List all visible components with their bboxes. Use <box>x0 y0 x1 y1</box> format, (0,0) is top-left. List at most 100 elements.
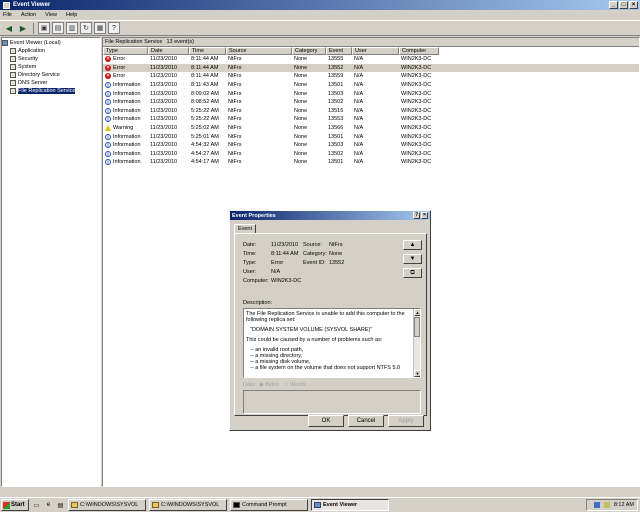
cell-date: 11/23/2010 <box>150 82 178 89</box>
cell-category: None <box>294 73 308 80</box>
volume-icon[interactable] <box>603 502 610 508</box>
cell-time: 5:25:22 AM <box>191 116 219 123</box>
dialog-close-button[interactable]: × <box>421 212 428 219</box>
tree-pane: Event Viewer (Local) Application Securit… <box>1 37 101 487</box>
words-radio[interactable]: ○ Words <box>285 382 306 388</box>
cell-type-label: Information <box>113 133 141 140</box>
column-header-event[interactable]: Event <box>326 47 352 55</box>
maximize-button[interactable]: □ <box>619 1 628 9</box>
back-arrow-icon[interactable]: ◀ <box>3 22 15 34</box>
cell-category: None <box>294 116 308 123</box>
description-textbox[interactable]: The File Replication Service is unable t… <box>243 308 421 378</box>
cell-event: 13552 <box>328 64 344 71</box>
tree-item-event-viewer-local[interactable]: Event Viewer (Local) <box>2 39 100 47</box>
tab-event[interactable]: Event <box>234 224 256 233</box>
apply-button[interactable]: Apply <box>388 415 424 427</box>
words-label: Words <box>289 382 306 388</box>
log-icon <box>10 80 16 86</box>
cell-user: N/A <box>354 133 364 140</box>
menu-action[interactable]: Action <box>21 12 36 18</box>
minimize-button[interactable]: _ <box>609 1 618 9</box>
cell-date: 11/23/2010 <box>150 150 178 157</box>
column-header-date[interactable]: Date <box>148 47 189 55</box>
cell-type: i Information <box>103 159 148 166</box>
table-row[interactable]: × Error 11/23/2010 8:11:44 AM NtFrs None 13555… <box>103 55 639 64</box>
network-icon[interactable] <box>593 502 600 508</box>
table-row[interactable]: i Information 11/23/2010 4:54:17 AM NtFrs Non… <box>103 158 639 167</box>
task-button-command-prompt[interactable]: Command Prompt <box>230 499 308 511</box>
tree-item-application[interactable]: Application <box>2 47 100 55</box>
column-header-computer[interactable]: Computer <box>399 47 439 55</box>
table-row[interactable]: i Information 11/23/2010 5:25:01 AM NtFrs Non… <box>103 132 639 141</box>
scroll-up-icon[interactable]: ▲ <box>414 309 420 316</box>
cell-type: × Error <box>103 73 148 80</box>
task-button-sysvol-2[interactable]: C:\WINDOWS\SYSVOL <box>149 499 227 511</box>
help-icon[interactable]: ? <box>108 22 120 34</box>
bytes-radio[interactable]: ◉ Bytes <box>259 382 279 388</box>
table-row[interactable]: Warning 11/23/2010 5:25:02 AM NtFrs None 1356… <box>103 124 639 133</box>
description-replica-set: "DOMAIN SYSTEM VOLUME (SYSVOL SHARE)" <box>250 327 373 333</box>
table-row[interactable]: × Error 11/23/2010 8:11:44 AM NtFrs None 13552… <box>103 63 639 73</box>
up-folder-icon[interactable]: ▣ <box>38 22 50 34</box>
table-row[interactable]: i Information 11/23/2010 8:08:52 AM NtFrs Non… <box>103 98 639 107</box>
column-header-type[interactable]: Type <box>103 47 148 55</box>
menu-file[interactable]: File <box>3 12 12 18</box>
dialog-help-button[interactable]: ? <box>413 212 420 219</box>
clock[interactable]: 8:12 AM <box>614 502 634 508</box>
forward-arrow-icon[interactable]: ▶ <box>17 22 29 34</box>
tree-item-directory-service[interactable]: Directory Service <box>2 71 100 79</box>
task-button-sysvol-1[interactable]: C:\WINDOWS\SYSVOL <box>68 499 146 511</box>
previous-event-button[interactable]: ▲ <box>403 240 422 250</box>
close-button[interactable]: × <box>629 1 638 9</box>
ok-button[interactable]: OK <box>308 415 344 427</box>
column-header-category[interactable]: Category <box>292 47 326 55</box>
copy-event-button[interactable]: ⧉ <box>403 268 422 278</box>
cell-computer: WIN2K3-DC <box>401 64 432 71</box>
event-tab-panel: Date: 11/23/2010 Source: NtFrs Time: 8:1… <box>234 233 427 416</box>
information-icon: i <box>105 159 111 166</box>
table-row[interactable]: i Information 11/23/2010 4:54:27 AM NtFrs Non… <box>103 150 639 159</box>
system-tray: 8:12 AM <box>586 499 638 511</box>
scroll-thumb[interactable] <box>414 317 420 337</box>
cell-date: 11/23/2010 <box>150 90 178 97</box>
table-row[interactable]: i Information 11/23/2010 4:54:32 AM NtFrs Non… <box>103 141 639 150</box>
event-viewer-icon <box>314 502 321 508</box>
quicklaunch-desktop-icon[interactable]: ▭ <box>32 501 41 510</box>
cell-user: N/A <box>354 99 364 106</box>
table-row[interactable]: i Information 11/23/2010 8:09:02 AM NtFrs Non… <box>103 89 639 98</box>
task-button-event-viewer[interactable]: Event Viewer <box>311 499 389 511</box>
cell-event: 13516 <box>328 107 344 114</box>
cell-type-label: Information <box>113 82 141 89</box>
menu-help[interactable]: Help <box>66 12 77 18</box>
cancel-button[interactable]: Cancel <box>348 415 384 427</box>
table-row[interactable]: i Information 11/23/2010 5:25:22 AM NtFrs Non… <box>103 115 639 124</box>
tree-item-dns-server[interactable]: DNS Server <box>2 79 100 87</box>
table-row[interactable]: × Error 11/23/2010 8:11:44 AM NtFrs None 13559… <box>103 72 639 81</box>
tree-item-system[interactable]: System <box>2 63 100 71</box>
menu-view[interactable]: View <box>45 12 57 18</box>
table-row[interactable]: i Information 11/23/2010 5:25:22 AM NtFrs Non… <box>103 107 639 116</box>
event-count: 13 event(s) <box>166 39 194 45</box>
tree-item-security[interactable]: Security <box>2 55 100 63</box>
cell-type-label: Error <box>113 56 126 63</box>
column-header-source[interactable]: Source <box>226 47 292 55</box>
refresh-icon[interactable]: ↻ <box>80 22 92 34</box>
tree-item-file-replication-service[interactable]: File Replication Service <box>2 87 100 95</box>
properties-icon[interactable]: ▥ <box>66 22 78 34</box>
list-caption-title: File Replication Service <box>105 39 163 45</box>
description-scrollbar[interactable]: ▲ ▼ <box>413 309 420 377</box>
quicklaunch-ie-icon[interactable]: e <box>44 501 53 510</box>
table-row[interactable]: i Information 11/23/2010 8:11:43 AM NtFrs Non… <box>103 81 639 90</box>
column-header-user[interactable]: User <box>352 47 399 55</box>
export-list-icon[interactable]: ▦ <box>94 22 106 34</box>
column-header-time[interactable]: Time <box>189 47 226 55</box>
quicklaunch-explorer-icon[interactable]: ▤ <box>56 501 65 510</box>
cell-source: NtFrs <box>228 82 242 89</box>
next-event-button[interactable]: ▼ <box>403 254 422 264</box>
folder-icon <box>152 502 159 508</box>
show-hide-tree-icon[interactable]: ▤ <box>52 22 64 34</box>
scroll-down-icon[interactable]: ▼ <box>414 370 420 377</box>
tree-item-label: Application <box>18 48 45 54</box>
start-button[interactable]: Start <box>1 499 29 511</box>
cell-date: 11/23/2010 <box>150 142 178 149</box>
